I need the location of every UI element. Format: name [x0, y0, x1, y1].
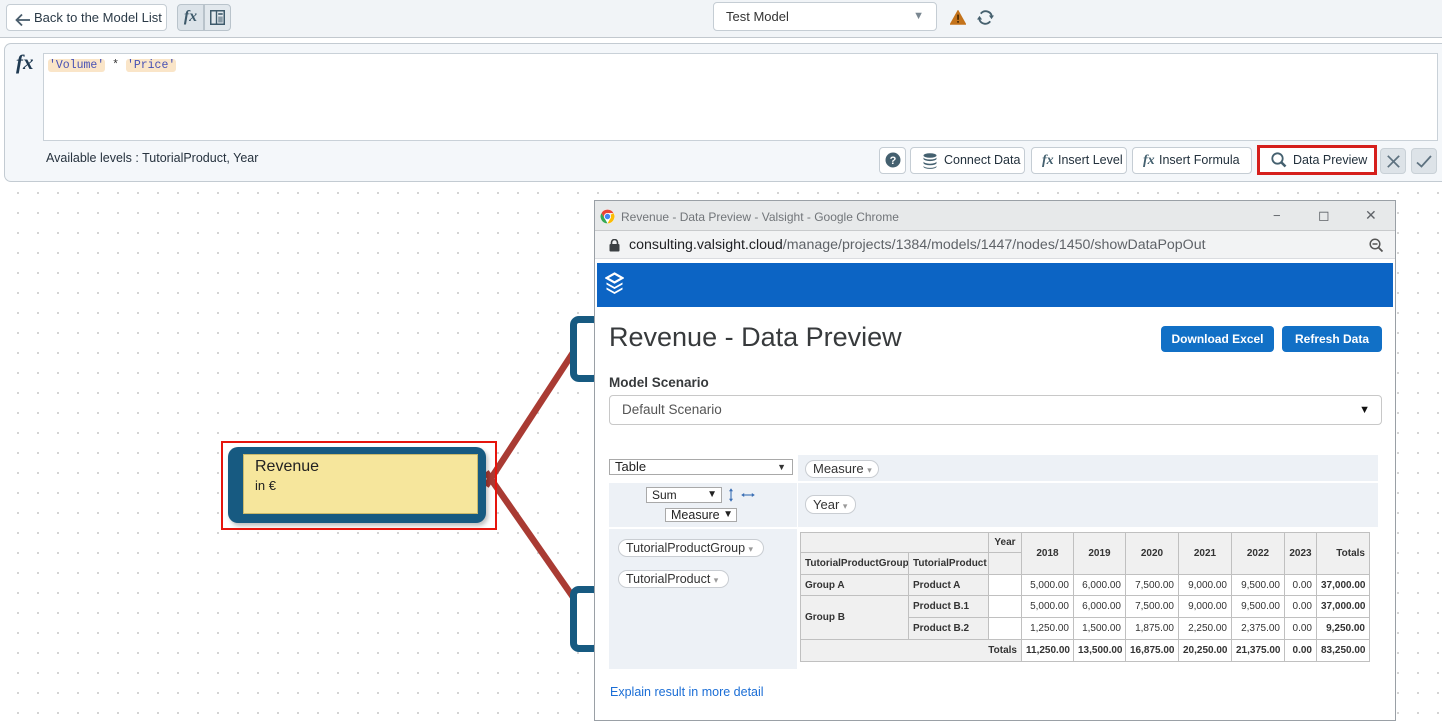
svg-text:?: ?: [889, 155, 896, 167]
